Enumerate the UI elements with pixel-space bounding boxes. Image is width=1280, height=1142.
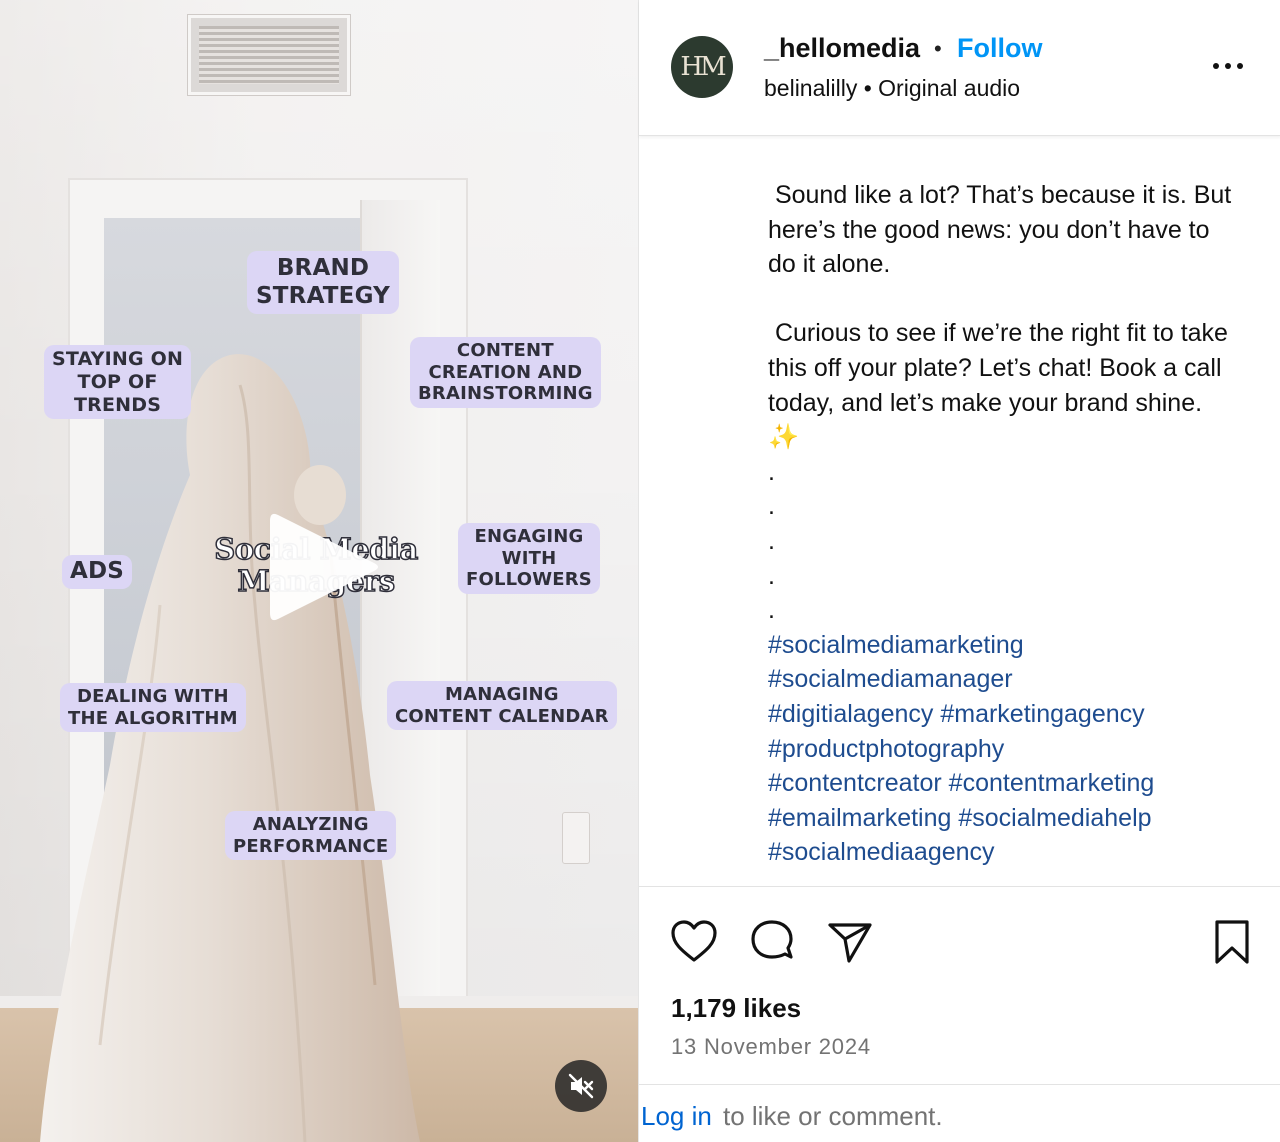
wall-outlet [562, 812, 590, 864]
likes-count[interactable]: 1,179 likes [671, 993, 801, 1024]
caption-paragraph-1: Sound like a lot? That’s because it is. … [768, 181, 1239, 279]
hashtag-link[interactable]: #contentcreator #contentmarketing [768, 766, 1238, 801]
post-panel: HM _hellomedia • Follow belinalilly • Or… [638, 0, 1280, 1142]
hashtag-link[interactable]: #digitialagency #marketingagency [768, 697, 1238, 732]
more-options-icon[interactable] [1211, 56, 1245, 76]
reel-video[interactable]: BRAND STRATEGY CONTENT CREATION AND BRAI… [0, 0, 638, 1142]
label-ads: ADS [62, 555, 133, 589]
post-actions: 1,179 likes 13 November 2024 Log in to l… [639, 886, 1280, 1142]
avatar[interactable]: HM [671, 36, 733, 98]
login-prompt-text: to like or comment. [723, 1101, 943, 1131]
hashtag-link[interactable]: #productphotography [768, 732, 1238, 767]
label-content-calendar: MANAGING CONTENT CALENDAR [387, 681, 617, 731]
separator-dot: • [934, 36, 942, 61]
caption-dots: . . . . . [768, 457, 775, 625]
hashtag-link[interactable]: #socialmediaagency [768, 835, 1238, 870]
hashtag-link[interactable]: #socialmediamarketing [768, 628, 1238, 663]
bookmark-icon[interactable] [1207, 917, 1257, 967]
follow-button[interactable]: Follow [957, 33, 1042, 64]
post-header: HM _hellomedia • Follow belinalilly • Or… [639, 0, 1280, 136]
post-caption: Sound like a lot? That’s because it is. … [768, 178, 1238, 870]
label-brand-strategy: BRAND STRATEGY [247, 251, 400, 315]
post-date: 13 November 2024 [671, 1034, 871, 1059]
hashtag-list: #socialmediamarketing #socialmediamanage… [768, 628, 1238, 870]
label-analyzing-performance: ANALYZING PERFORMANCE [225, 811, 397, 861]
audio-subline[interactable]: belinalilly • Original audio [764, 75, 1020, 102]
label-engaging-followers: ENGAGING WITH FOLLOWERS [458, 523, 600, 594]
label-content-creation: CONTENT CREATION AND BRAINSTORMING [410, 337, 601, 408]
person-in-blanket-image [40, 354, 420, 1142]
play-icon[interactable] [262, 505, 386, 629]
mute-button[interactable] [555, 1060, 607, 1112]
caption-paragraph-2: Curious to see if we’re the right fit to… [768, 319, 1235, 452]
air-vent [188, 15, 350, 95]
login-prompt: Log in to like or comment. [639, 1084, 1280, 1142]
sparkle-emoji: ✨ [768, 423, 800, 452]
username-link[interactable]: _hellomedia [764, 33, 920, 64]
comment-icon[interactable] [747, 917, 797, 967]
muted-speaker-icon [568, 1073, 594, 1099]
label-staying-on-trends: STAYING ON TOP OF TRENDS [44, 345, 192, 420]
label-dealing-algorithm: DEALING WITH THE ALGORITHM [60, 683, 246, 733]
share-icon[interactable] [825, 917, 875, 967]
hashtag-link[interactable]: #emailmarketing #socialmediahelp [768, 801, 1238, 836]
hashtag-link[interactable]: #socialmediamanager [768, 662, 1238, 697]
heart-icon[interactable] [669, 917, 719, 967]
login-link[interactable]: Log in [641, 1101, 712, 1132]
